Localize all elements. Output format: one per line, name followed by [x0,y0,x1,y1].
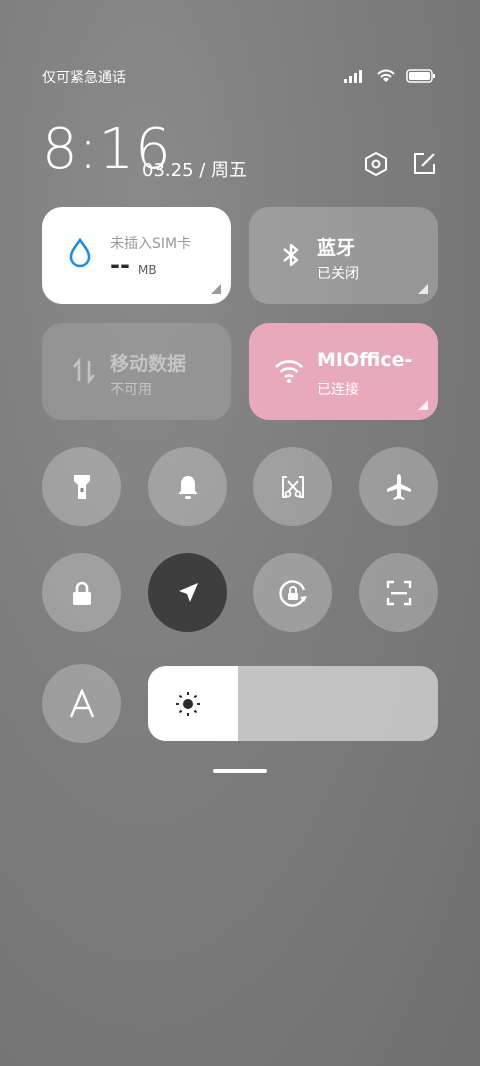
data-usage-unit: MB [138,263,157,277]
data-usage-tile[interactable]: 未插入SIM卡 -- MB [42,207,231,304]
wifi-status: 已连接 [317,382,359,398]
bluetooth-status: 已关闭 [317,266,359,282]
bluetooth-tile[interactable]: 蓝牙 已关闭 [249,207,438,304]
wifi-status-icon [377,69,395,82]
mobile-data-tile[interactable]: 移动数据 不可用 [42,323,231,420]
water-drop-icon [69,237,91,268]
date-label: 03.25 / 周五 [142,160,248,181]
flashlight-toggle[interactable] [42,447,121,526]
panel-handle[interactable] [213,769,267,773]
brightness-icon [176,692,200,716]
wifi-icon [275,360,303,383]
mobile-data-title: 移动数据 [110,353,187,375]
mute-toggle[interactable] [148,447,227,526]
settings-icon[interactable] [362,150,390,178]
data-usage-value: -- [110,251,130,279]
lock-icon [72,581,91,605]
screenshot-icon [281,475,304,498]
expand-corner [211,284,221,294]
scanner-toggle[interactable] [359,553,438,632]
bell-icon [177,475,198,499]
flashlight-icon [73,474,90,499]
screenshot-toggle[interactable] [253,447,332,526]
status-icons [344,68,436,83]
location-icon [178,582,198,602]
mobile-data-status: 不可用 [110,382,152,398]
status-carrier-text: 仅可紧急通话 [42,70,126,86]
mobile-data-icon [73,357,95,385]
location-toggle[interactable] [148,553,227,632]
wifi-network-name: MIOffice- [317,349,413,371]
lock-screen-toggle[interactable] [42,553,121,632]
wifi-tile[interactable]: MIOffice- 已连接 [249,323,438,420]
rotation-lock-toggle[interactable] [253,553,332,632]
edit-icon[interactable] [410,150,438,178]
scan-icon [386,580,411,605]
data-usage-title: 未插入SIM卡 [110,236,192,252]
rotation-lock-icon [278,579,307,607]
bluetooth-title: 蓝牙 [317,237,356,259]
font-a-icon [69,688,94,717]
font-size-toggle[interactable] [42,664,121,743]
signal-icon [344,69,362,83]
brightness-slider[interactable] [148,666,438,741]
expand-corner [418,400,428,410]
expand-corner [418,284,428,294]
battery-icon [406,68,435,83]
airplane-toggle[interactable] [359,447,438,526]
airplane-icon [386,473,411,500]
bluetooth-icon [283,243,299,267]
